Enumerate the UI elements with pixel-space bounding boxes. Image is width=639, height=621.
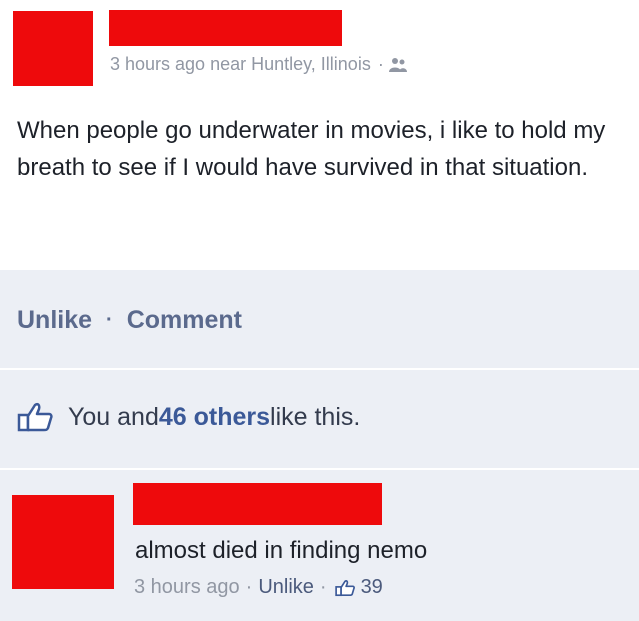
meta-separator: ·	[377, 54, 384, 74]
thumbs-up-icon	[17, 402, 53, 432]
commenter-name-redacted[interactable]	[133, 483, 382, 525]
action-separator: ·	[106, 309, 113, 331]
commenter-avatar-redacted[interactable]	[12, 495, 114, 589]
post-meta: 3 hours ago near Huntley, Illinois ·	[110, 54, 407, 75]
likes-prefix: You and	[68, 402, 159, 431]
likes-summary: You and 46 others like this.	[17, 402, 360, 432]
comment-meta-separator: ·	[319, 576, 327, 598]
friends-icon[interactable]	[388, 57, 407, 73]
likes-suffix: like this.	[270, 402, 361, 431]
unlike-link[interactable]: Unlike	[17, 306, 92, 335]
comment-body: almost died in finding nemo	[135, 537, 428, 564]
thumbs-up-icon[interactable]	[334, 579, 355, 597]
comment-timestamp[interactable]: 3 hours ago	[134, 576, 240, 599]
likes-count-link[interactable]: 46 others	[159, 403, 270, 432]
comment-meta: 3 hours ago · Unlike · 39	[134, 576, 383, 599]
divider	[0, 468, 639, 470]
post-author-name-redacted[interactable]	[109, 10, 342, 46]
comment-like-count[interactable]: 39	[361, 576, 383, 599]
post-author-avatar-redacted[interactable]	[13, 11, 93, 86]
comment-unlike-link[interactable]: Unlike	[258, 576, 314, 599]
divider	[0, 368, 639, 370]
comment-meta-separator: ·	[245, 576, 253, 598]
post-timestamp[interactable]: 3 hours ago near Huntley, Illinois	[110, 54, 371, 75]
post-body: When people go underwater in movies, i l…	[17, 117, 606, 181]
post-actions: Unlike · Comment	[17, 306, 242, 335]
comment-link[interactable]: Comment	[127, 306, 242, 335]
